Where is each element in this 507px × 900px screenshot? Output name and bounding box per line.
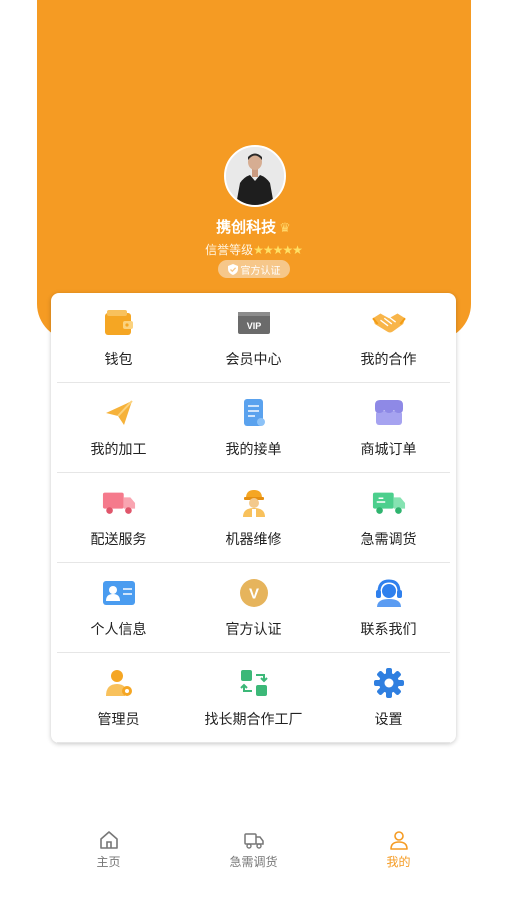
avatar[interactable] bbox=[224, 145, 286, 207]
menu-item-label: 我的合作 bbox=[360, 352, 417, 368]
settings-gear-icon bbox=[372, 667, 406, 699]
menu-item-wallet[interactable]: 钱包 bbox=[51, 293, 186, 382]
menu-item-orders-received[interactable]: 我的接单 bbox=[186, 383, 321, 472]
menu-item-label: 急需调货 bbox=[360, 532, 417, 548]
menu-item-settings[interactable]: 设置 bbox=[321, 653, 456, 742]
menu-item-cooperation[interactable]: 我的合作 bbox=[321, 293, 456, 382]
menu-card: 钱包 VIP 会员中心 我的合作 我的加工 我的接单 商城订单 配送服务 机器维… bbox=[51, 293, 456, 743]
menu-item-label: 机器维修 bbox=[225, 532, 282, 548]
tab-label: 急需调货 bbox=[229, 855, 278, 869]
menu-item-label: 商城订单 bbox=[360, 442, 417, 458]
menu-item-personal-info[interactable]: 个人信息 bbox=[51, 563, 186, 652]
svg-text:VIP: VIP bbox=[246, 321, 261, 331]
id-card-icon bbox=[102, 577, 136, 609]
menu-item-admin[interactable]: 管理员 bbox=[51, 653, 186, 742]
tab-label: 我的 bbox=[386, 855, 411, 869]
star-rating: ★★★★★ bbox=[253, 243, 303, 257]
menu-item-mall-orders[interactable]: 商城订单 bbox=[321, 383, 456, 472]
crown-icon: ♛ bbox=[279, 221, 291, 236]
bottom-tab-bar: 主页 急需调货 我的 bbox=[0, 815, 507, 885]
menu-item-label: 配送服务 bbox=[90, 532, 147, 548]
menu-item-find-factory[interactable]: 找长期合作工厂 bbox=[186, 653, 321, 742]
truck-icon bbox=[243, 833, 264, 849]
paper-plane-icon bbox=[102, 397, 136, 429]
handshake-icon bbox=[371, 307, 406, 339]
menu-item-contact-us[interactable]: 联系我们 bbox=[321, 563, 456, 652]
menu-item-label: 设置 bbox=[374, 712, 403, 728]
profile-name: 携创科技 ♛ bbox=[0, 216, 507, 237]
menu-row: 钱包 VIP 会员中心 我的合作 bbox=[51, 293, 456, 382]
menu-item-label: 找长期合作工厂 bbox=[204, 712, 303, 728]
divider bbox=[57, 742, 450, 743]
shield-icon bbox=[227, 263, 238, 275]
express-truck-icon bbox=[372, 487, 406, 519]
official-badge: 官方认证 bbox=[218, 260, 290, 278]
menu-row: 个人信息 V 官方认证 联系我们 bbox=[51, 563, 456, 652]
menu-item-label: 个人信息 bbox=[90, 622, 147, 638]
repair-worker-icon bbox=[237, 487, 271, 519]
menu-row: 配送服务 机器维修 急需调货 bbox=[51, 473, 456, 562]
menu-item-urgent-goods[interactable]: 急需调货 bbox=[321, 473, 456, 562]
wallet-icon bbox=[102, 307, 136, 339]
menu-row: 管理员 找长期合作工厂 设置 bbox=[51, 653, 456, 742]
admin-user-icon bbox=[102, 667, 136, 699]
exchange-icon bbox=[237, 667, 271, 699]
menu-item-label: 管理员 bbox=[97, 712, 140, 728]
vip-card-icon: VIP bbox=[237, 307, 271, 339]
menu-item-processing[interactable]: 我的加工 bbox=[51, 383, 186, 472]
credit-level: 信誉等级★★★★★ bbox=[0, 241, 507, 258]
menu-item-label: 钱包 bbox=[104, 352, 133, 368]
menu-item-delivery[interactable]: 配送服务 bbox=[51, 473, 186, 562]
svg-text:V: V bbox=[248, 586, 258, 603]
profile-name-text: 携创科技 bbox=[216, 218, 277, 236]
badge-label: 官方认证 bbox=[240, 265, 281, 277]
menu-item-repair[interactable]: 机器维修 bbox=[186, 473, 321, 562]
tab-urgent-goods[interactable]: 急需调货 bbox=[169, 815, 338, 885]
customer-service-icon bbox=[372, 577, 406, 609]
v-certified-icon: V bbox=[237, 577, 271, 609]
home-icon bbox=[99, 831, 118, 849]
tab-label: 主页 bbox=[96, 855, 121, 869]
menu-item-label: 官方认证 bbox=[225, 622, 282, 638]
tab-home[interactable]: 主页 bbox=[24, 815, 193, 885]
menu-row: 我的加工 我的接单 商城订单 bbox=[51, 383, 456, 472]
store-icon bbox=[372, 397, 406, 429]
menu-item-label: 联系我们 bbox=[360, 622, 417, 638]
menu-item-vip[interactable]: VIP 会员中心 bbox=[186, 293, 321, 382]
tab-mine[interactable]: 我的 bbox=[314, 815, 483, 885]
menu-item-certification[interactable]: V 官方认证 bbox=[186, 563, 321, 652]
menu-item-label: 我的接单 bbox=[225, 442, 282, 458]
menu-item-label: 我的加工 bbox=[90, 442, 147, 458]
credit-label: 信誉等级 bbox=[205, 243, 254, 257]
user-icon bbox=[389, 831, 408, 850]
menu-item-label: 会员中心 bbox=[225, 352, 282, 368]
document-icon bbox=[237, 397, 271, 429]
delivery-truck-icon bbox=[102, 487, 136, 519]
